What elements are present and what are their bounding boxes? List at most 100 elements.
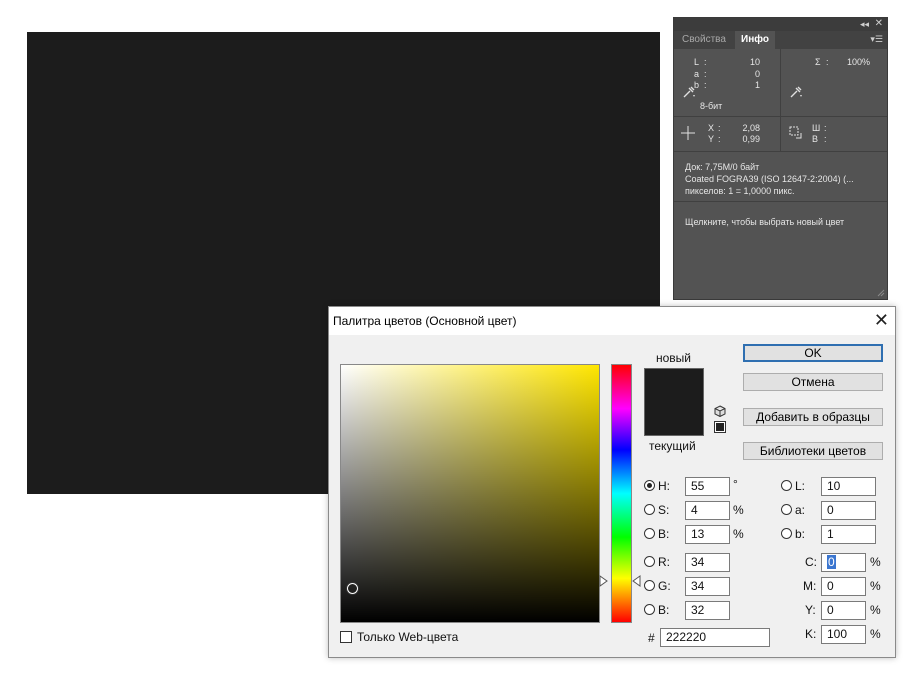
radio-h[interactable] xyxy=(644,480,655,491)
blue-label: B: xyxy=(658,603,670,617)
pixel-ratio: пикселов: 1 = 1,0000 пикс. xyxy=(685,186,795,196)
tab-properties[interactable]: Свойства xyxy=(676,31,732,49)
radio-lab-l[interactable] xyxy=(781,480,792,491)
k-label: K: xyxy=(805,627,817,641)
lab-b-input[interactable]: 1 xyxy=(821,525,876,544)
hex-input[interactable]: 222220 xyxy=(660,628,770,647)
c-input[interactable]: 0 xyxy=(821,553,866,572)
radio-blue[interactable] xyxy=(644,604,655,615)
c-unit: % xyxy=(870,555,881,569)
total-label: Σ xyxy=(815,57,821,67)
info-panel: ◂◂ ✕ Свойства Инфо ▾☰ L : 10 a : 0 b : 1… xyxy=(673,17,888,300)
color-field-marker[interactable] xyxy=(347,583,358,594)
h-label: H: xyxy=(658,479,670,493)
eyedropper-icon[interactable] xyxy=(789,85,803,99)
g-input[interactable]: 34 xyxy=(685,577,730,596)
m-label: M: xyxy=(803,579,817,593)
position-section: X : 2,08 Y : 0,99 Ш : В : xyxy=(674,117,887,152)
y-label: Y: xyxy=(805,603,816,617)
cancel-button[interactable]: Отмена xyxy=(743,373,883,391)
radio-g[interactable] xyxy=(644,580,655,591)
current-color-swatch[interactable] xyxy=(645,402,703,435)
tab-info[interactable]: Инфо xyxy=(735,31,775,49)
crosshair-icon xyxy=(681,126,695,140)
hue-slider-right-arrow[interactable] xyxy=(632,575,641,587)
hue-slider[interactable] xyxy=(611,364,632,623)
y-input[interactable]: 0 xyxy=(821,601,866,620)
lab-b-label: b: xyxy=(795,527,806,541)
color-picker-dialog: Палитра цветов (Основной цвет) ✕ новый т… xyxy=(328,306,896,658)
lab-a-label: a: xyxy=(795,503,806,517)
lab-l-label: L: xyxy=(795,479,806,493)
lab-a-input[interactable]: 0 xyxy=(821,501,876,520)
current-color-label: текущий xyxy=(649,439,696,453)
color-field[interactable] xyxy=(340,364,600,623)
hint-section: Щелкните, чтобы выбрать новый цвет xyxy=(674,202,887,232)
blue-input[interactable]: 32 xyxy=(685,601,730,620)
b-unit: % xyxy=(733,527,744,541)
lab-b-value: 1 xyxy=(754,80,760,90)
radio-lab-a[interactable] xyxy=(781,504,792,515)
panel-menu-icon[interactable]: ▾☰ xyxy=(870,34,883,45)
k-unit: % xyxy=(870,627,881,641)
b-label: B: xyxy=(658,527,670,541)
c-label: C: xyxy=(805,555,817,569)
new-color-swatch xyxy=(645,369,703,402)
lab-l-value: 10 xyxy=(749,57,760,67)
s-label: S: xyxy=(658,503,670,517)
lab-b-label: b xyxy=(694,80,700,90)
radio-b[interactable] xyxy=(644,528,655,539)
s-unit: % xyxy=(733,503,744,517)
b-input[interactable]: 13 xyxy=(685,525,730,544)
color-libraries-button[interactable]: Библиотеки цветов xyxy=(743,442,883,460)
new-color-label: новый xyxy=(656,351,692,365)
document-info-section: Док: 7,75M/0 байт Coated FOGRA39 (ISO 12… xyxy=(674,152,887,202)
radio-s[interactable] xyxy=(644,504,655,515)
close-icon[interactable]: ✕ xyxy=(875,18,883,29)
total-value: 100% xyxy=(846,57,870,67)
hint-text: Щелкните, чтобы выбрать новый цвет xyxy=(685,217,845,227)
add-to-swatches-button[interactable]: Добавить в образцы xyxy=(743,408,883,426)
web-only-checkbox[interactable] xyxy=(340,631,352,643)
dialog-titlebar: Палитра цветов (Основной цвет) ✕ xyxy=(329,307,895,335)
ok-button[interactable]: OK xyxy=(743,344,883,362)
lab-a-value: 0 xyxy=(754,69,760,79)
r-input[interactable]: 34 xyxy=(685,553,730,572)
r-label: R: xyxy=(658,555,670,569)
radio-r[interactable] xyxy=(644,556,655,567)
dialog-title: Палитра цветов (Основной цвет) xyxy=(333,314,517,328)
color-swatch xyxy=(644,368,704,436)
radio-lab-b[interactable] xyxy=(781,528,792,539)
k-input[interactable]: 100 xyxy=(821,625,866,644)
m-input[interactable]: 0 xyxy=(821,577,866,596)
close-icon[interactable]: ✕ xyxy=(874,310,889,330)
h-input[interactable]: 55 xyxy=(685,477,730,496)
x-value: 2,08 xyxy=(742,123,760,133)
m-unit: % xyxy=(870,579,881,593)
collapse-icon[interactable]: ◂◂ xyxy=(860,19,869,30)
y-value: 0,99 xyxy=(742,134,760,144)
selection-size-icon xyxy=(789,126,802,139)
h-unit: ° xyxy=(733,477,738,491)
color-profile: Coated FOGRA39 (ISO 12647-2:2004) (... xyxy=(685,174,854,184)
hue-slider-left-arrow[interactable] xyxy=(599,575,608,587)
web-only-label[interactable]: Только Web-цвета xyxy=(357,630,458,644)
g-label: G: xyxy=(658,579,671,593)
doc-size: Док: 7,75M/0 байт xyxy=(685,162,760,172)
width-label: Ш xyxy=(812,123,821,133)
height-label: В xyxy=(812,134,819,144)
bit-depth: 8-бит xyxy=(700,101,723,111)
hex-label: # xyxy=(648,631,655,645)
panel-topbar: ◂◂ ✕ xyxy=(674,18,887,31)
y-unit: % xyxy=(870,603,881,617)
panel-tabs: Свойства Инфо ▾☰ xyxy=(674,31,887,49)
x-label: X xyxy=(708,123,715,133)
lab-l-input[interactable]: 10 xyxy=(821,477,876,496)
resize-grip-icon[interactable] xyxy=(877,289,885,297)
y-label: Y xyxy=(708,134,715,144)
lab-a-label: a xyxy=(694,69,700,79)
web-safe-swatch-icon[interactable] xyxy=(714,421,726,433)
lab-l-label: L xyxy=(694,57,700,67)
s-input[interactable]: 4 xyxy=(685,501,730,520)
print-gamut-cube-icon[interactable] xyxy=(714,405,726,417)
